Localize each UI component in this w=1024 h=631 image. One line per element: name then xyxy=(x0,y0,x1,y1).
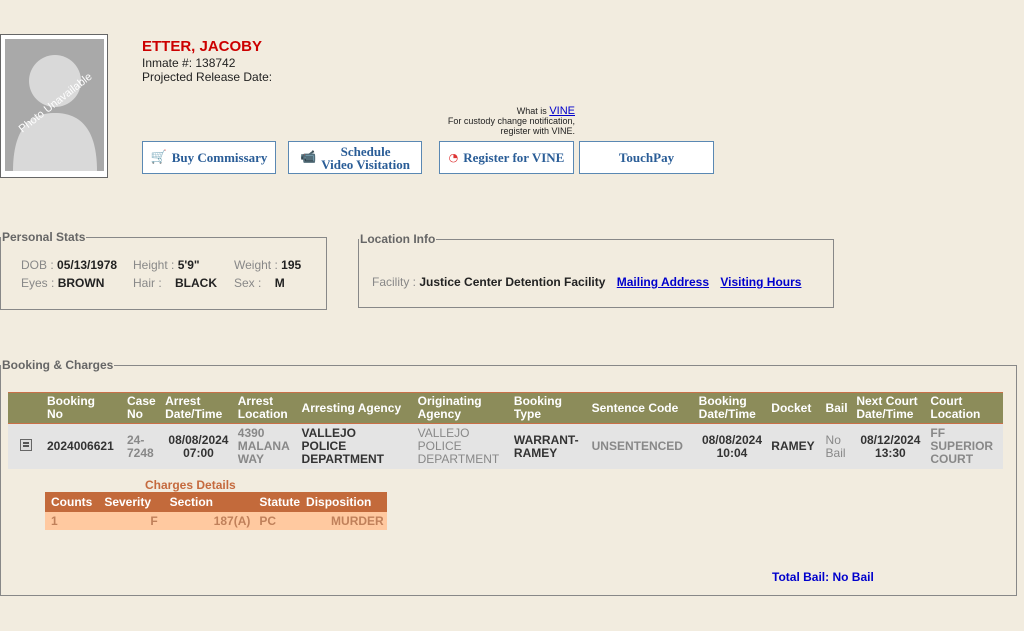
vine-logo-icon: ◔ xyxy=(448,151,459,164)
severity-cell: F xyxy=(98,512,164,530)
col-statute: Statute xyxy=(256,492,304,512)
projected-release-date: Projected Release Date: xyxy=(142,70,273,84)
weight-label: Weight : xyxy=(234,258,278,272)
bail-cell: No Bail xyxy=(822,423,854,469)
dob-label: DOB : xyxy=(21,258,54,272)
buy-commissary-button[interactable]: 🛒 Buy Commissary xyxy=(142,141,276,174)
col-arrest-location: Arrest Location xyxy=(234,392,299,424)
section-cell: 187(A) xyxy=(163,512,257,530)
col-docket: Docket xyxy=(768,392,823,424)
booking-table: Booking No Case No Arrest Date/Time Arrest L… xyxy=(8,392,1003,469)
table-row: 2024006621 24- 7248 08/08/2024 07:00 4390 M… xyxy=(8,423,1003,469)
charges-details-title: Charges Details xyxy=(145,478,236,492)
arrest-datetime-cell: 08/08/2024 07:00 xyxy=(162,423,235,469)
arresting-agency-cell: VALLEJO POLICE DEPARTMENT xyxy=(298,423,415,469)
buy-commissary-label: Buy Commissary xyxy=(171,150,268,165)
statute-cell: PC xyxy=(256,512,304,530)
video-camera-icon: 📹 xyxy=(300,150,317,165)
register-vine-label: Register for VINE xyxy=(463,150,565,165)
eyes-value: BROWN xyxy=(57,276,105,290)
col-booking-no: Booking No xyxy=(44,392,124,424)
booking-header-row: Booking No Case No Arrest Date/Time Arrest L… xyxy=(8,392,1003,424)
col-arresting-agency: Arresting Agency xyxy=(298,392,415,424)
docket-cell: RAMEY xyxy=(768,423,823,469)
location-info-legend: Location Info xyxy=(360,232,436,246)
col-originating-agency: Originating Agency xyxy=(414,392,511,424)
col-disposition: Disposition xyxy=(303,492,387,512)
col-booking-type: Booking Type xyxy=(510,392,589,424)
col-booking-datetime: Booking Date/Time xyxy=(695,392,769,424)
weight-value: 195 xyxy=(281,258,302,272)
col-arrest-datetime: Arrest Date/Time xyxy=(162,392,235,424)
court-location-cell: FF SUPERIOR COURT xyxy=(927,423,1003,469)
case-no-cell: 24- 7248 xyxy=(123,423,163,469)
inmate-name: ETTER, JACOBY xyxy=(142,38,263,55)
dob-value: 05/13/1978 xyxy=(57,258,118,272)
mailing-address-link[interactable]: Mailing Address xyxy=(617,275,709,289)
disposition-cell: MURDER xyxy=(303,512,387,530)
arrest-location-cell: 4390 MALANA WAY xyxy=(234,423,299,469)
location-info-panel: Location Info Facility : Justice Center … xyxy=(358,232,834,308)
sex-value: M xyxy=(274,276,285,290)
vine-note-1: For custody change notification, xyxy=(447,116,575,126)
shopping-cart-icon: 🛒 xyxy=(150,150,167,165)
booking-charges-legend: Booking & Charges xyxy=(2,358,114,372)
counts-cell: 1 xyxy=(45,512,99,530)
register-for-vine-button[interactable]: ◔ Register for VINE xyxy=(439,141,574,174)
hair-value: BLACK xyxy=(175,276,218,290)
inmate-number: Inmate #: 138742 xyxy=(142,56,236,70)
col-court-location: Court Location xyxy=(927,392,1003,424)
facility-value: Justice Center Detention Facility xyxy=(419,275,606,289)
total-bail: Total Bail: No Bail xyxy=(772,570,874,584)
col-section: Section xyxy=(163,492,257,512)
visiting-hours-link[interactable]: Visiting Hours xyxy=(720,275,801,289)
col-next-court: Next Court Date/Time xyxy=(853,392,928,424)
sex-label: Sex : xyxy=(234,276,262,290)
inmate-photo: Photo Unavailable xyxy=(0,34,108,178)
silhouette-image: Photo Unavailable xyxy=(5,39,104,171)
col-severity: Severity xyxy=(98,492,164,512)
personal-stats-legend: Personal Stats xyxy=(2,230,86,244)
col-counts: Counts xyxy=(45,492,99,512)
vine-question: What is xyxy=(516,106,547,116)
charges-table: Counts Severity Section Statute Disposit… xyxy=(45,492,387,530)
schedule-visitation-label: Schedule Video Visitation xyxy=(321,143,410,172)
vine-note-2: register with VINE. xyxy=(500,126,575,136)
schedule-video-visitation-button[interactable]: 📹 Schedule Video Visitation xyxy=(288,141,422,174)
booking-datetime-cell: 08/08/2024 10:04 xyxy=(695,423,769,469)
sentence-code-cell: UNSENTENCED xyxy=(588,423,696,469)
eyes-label: Eyes : xyxy=(21,276,55,290)
charges-header-row: Counts Severity Section Statute Disposit… xyxy=(45,492,387,512)
booking-no-cell: 2024006621 xyxy=(44,423,124,469)
booking-type-cell: WARRANT- RAMEY xyxy=(510,423,589,469)
collapse-details-icon[interactable] xyxy=(20,439,32,451)
height-value: 5'9" xyxy=(177,258,200,272)
originating-agency-cell: VALLEJO POLICE DEPARTMENT xyxy=(414,423,511,469)
charge-row: 1 F 187(A) PC MURDER xyxy=(45,512,387,530)
personal-stats-panel: Personal Stats DOB : 05/13/1978 Height :… xyxy=(0,230,327,310)
touchpay-button[interactable]: TouchPay xyxy=(579,141,714,174)
col-bail: Bail xyxy=(822,392,854,424)
facility-label: Facility : xyxy=(372,275,417,289)
next-court-cell: 08/12/2024 13:30 xyxy=(853,423,928,469)
hair-label: Hair : xyxy=(133,276,162,290)
col-case-no: Case No xyxy=(123,392,163,424)
height-label: Height : xyxy=(133,258,175,272)
col-sentence-code: Sentence Code xyxy=(588,392,696,424)
touchpay-label: TouchPay xyxy=(618,150,675,165)
vine-info: What is VINE For custody change notifica… xyxy=(420,106,575,137)
